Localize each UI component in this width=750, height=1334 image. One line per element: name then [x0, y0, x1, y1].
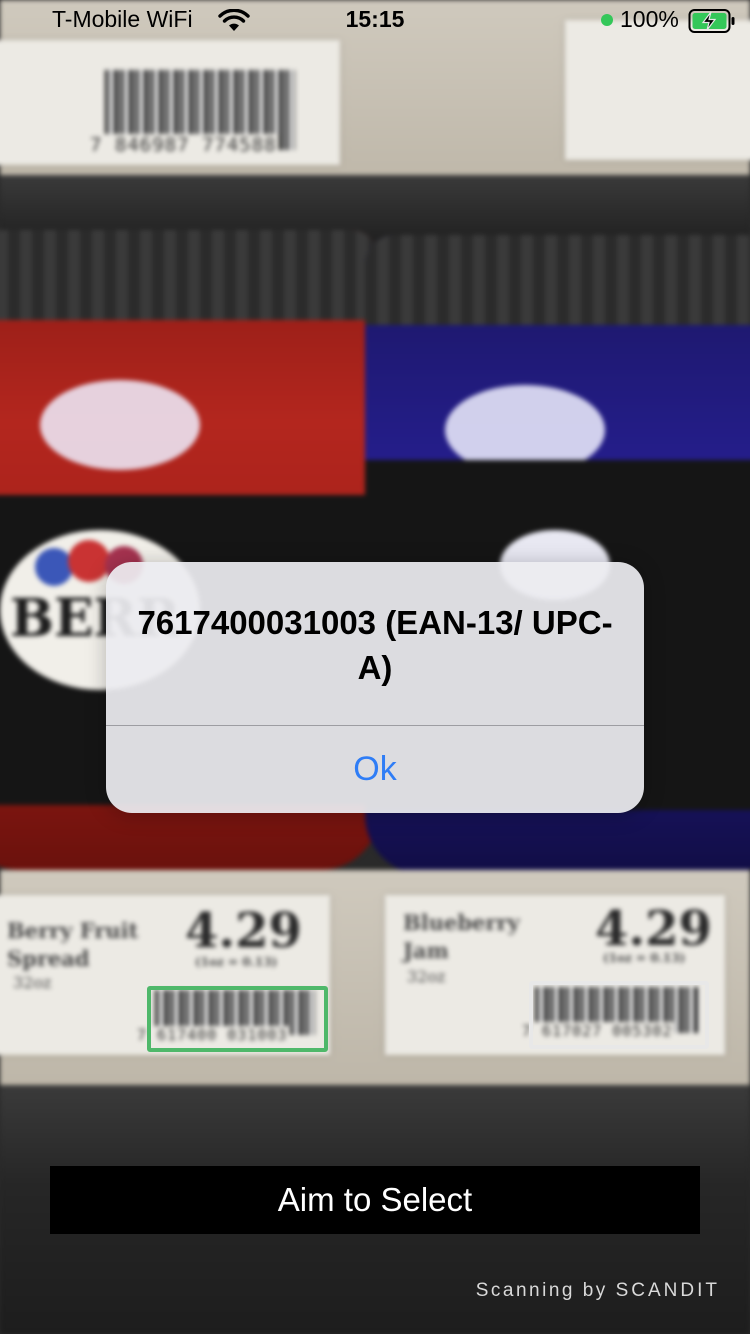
upper-price-label: 7 846987 774588 — [0, 40, 340, 165]
upper-right-price-label — [565, 20, 750, 160]
aim-to-select-button[interactable]: Aim to Select — [50, 1166, 700, 1234]
alert-ok-button[interactable]: Ok — [106, 726, 644, 813]
scanner-screen: 7 846987 774588 BERR Berry Fruit Spread … — [0, 0, 750, 1334]
candidate-barcode-highlight[interactable] — [529, 981, 709, 1049]
battery-percent: 100% — [620, 6, 679, 32]
scandit-logo: SCANDIT — [615, 1280, 720, 1301]
active-indicator-dot — [601, 14, 613, 26]
alert-message: 7617400031003 (EAN-13/ UPC-A) — [137, 604, 613, 686]
status-bar: T-Mobile WiFi 15:15 100% — [0, 0, 750, 40]
branding-prefix: Scanning by — [475, 1280, 608, 1301]
battery-charging-icon — [688, 9, 735, 33]
selected-barcode-highlight[interactable] — [147, 986, 328, 1052]
upper-barcode-digits: 7 846987 774588 — [88, 134, 279, 156]
scan-result-alert: 7617400031003 (EAN-13/ UPC-A) Ok — [106, 562, 644, 813]
scandit-branding: Scanning by SCANDIT — [476, 1280, 720, 1302]
